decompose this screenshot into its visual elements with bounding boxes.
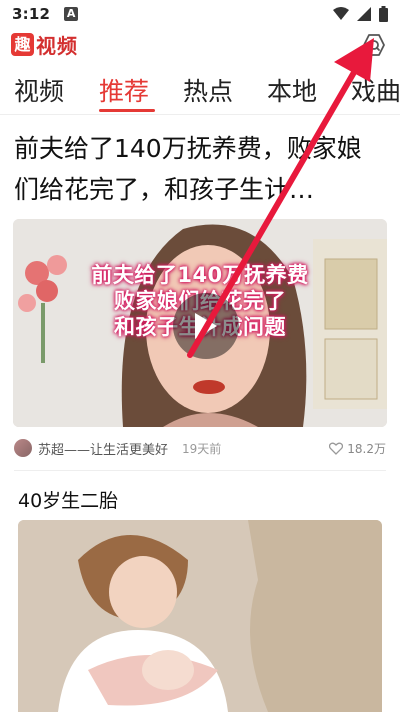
heart-outline-icon bbox=[329, 442, 344, 455]
video-meta: 苏超——让生活更美好 19天前 18.2万 bbox=[14, 438, 386, 458]
video-thumbnail-2[interactable] bbox=[18, 520, 382, 712]
like-button[interactable]: 18.2万 bbox=[329, 440, 386, 457]
author-name[interactable]: 苏超——让生活更美好 bbox=[38, 439, 168, 458]
video-thumbnail[interactable]: 前夫给了140万抚养费 败家娘们给花完了 和孩子生计成问题 bbox=[13, 219, 387, 427]
app-header: 趣 视频 bbox=[0, 28, 400, 62]
app-logo: 趣 视频 bbox=[11, 32, 78, 58]
logo-text: 视频 bbox=[36, 33, 78, 58]
logo-mark: 趣 bbox=[11, 32, 34, 56]
play-icon bbox=[195, 313, 217, 339]
signal-icon bbox=[357, 7, 371, 21]
status-icons bbox=[333, 6, 388, 22]
play-button[interactable] bbox=[173, 293, 239, 359]
notification-icon: A bbox=[64, 7, 79, 21]
video-title-2[interactable]: 40岁生二胎 bbox=[18, 486, 118, 513]
settings-button[interactable] bbox=[360, 31, 388, 59]
tab-local[interactable]: 本地 bbox=[267, 72, 317, 108]
avatar[interactable] bbox=[14, 439, 32, 457]
status-bar: 3:12 A bbox=[0, 0, 400, 28]
hexagon-search-icon bbox=[363, 34, 385, 56]
category-tabs: 视频 推荐 热点 本地 戏曲 bbox=[0, 62, 400, 115]
post-time: 19天前 bbox=[182, 441, 222, 456]
tab-recommended[interactable]: 推荐 bbox=[99, 72, 149, 108]
video-title[interactable]: 前夫给了140万抚养费，败家娘们给花完了，和孩子生计… bbox=[14, 128, 386, 210]
wifi-icon bbox=[333, 7, 349, 20]
like-count: 18.2万 bbox=[347, 441, 386, 456]
thumbnail-scene-2 bbox=[18, 520, 382, 712]
tab-video[interactable]: 视频 bbox=[14, 72, 64, 108]
active-tab-indicator bbox=[99, 109, 155, 112]
status-time: 3:12 bbox=[12, 5, 51, 23]
tab-opera[interactable]: 戏曲 bbox=[351, 72, 400, 108]
feed-divider bbox=[14, 470, 386, 471]
tab-hot[interactable]: 热点 bbox=[183, 72, 233, 108]
battery-icon bbox=[379, 6, 388, 22]
